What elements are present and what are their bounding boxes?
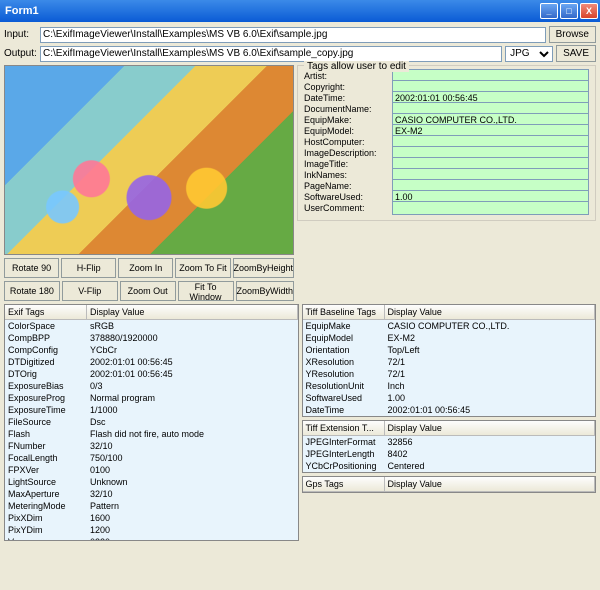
maximize-button[interactable]: □ bbox=[560, 3, 578, 19]
titlebar: Form1 _ □ X bbox=[0, 0, 600, 22]
list-item[interactable]: LightSourceUnknown bbox=[5, 476, 298, 488]
tag-label: DocumentName: bbox=[304, 104, 392, 114]
h-flip-button[interactable]: H-Flip bbox=[61, 258, 116, 278]
list-item[interactable]: YResolution72/1 bbox=[303, 368, 596, 380]
zoom-out-button[interactable]: Zoom Out bbox=[120, 281, 176, 301]
browse-button[interactable]: Browse bbox=[549, 26, 596, 43]
list-item[interactable]: CompBPP378880/1920000 bbox=[5, 332, 298, 344]
list-item[interactable]: FocalLength750/100 bbox=[5, 452, 298, 464]
zoom-to-fit-button[interactable]: Zoom To Fit bbox=[175, 258, 230, 278]
tag-label: Copyright: bbox=[304, 82, 392, 92]
list-item[interactable]: EquipMakeCASIO COMPUTER CO.,LTD. bbox=[303, 320, 596, 332]
input-path-field[interactable] bbox=[40, 27, 546, 43]
list-item[interactable]: FNumber32/10 bbox=[5, 440, 298, 452]
tag-label: InkNames: bbox=[304, 170, 392, 180]
rotate-180-button[interactable]: Rotate 180 bbox=[4, 281, 60, 301]
col-header[interactable]: Display Value bbox=[385, 477, 596, 491]
list-item[interactable]: SoftwareUsed1.00 bbox=[303, 392, 596, 404]
tag-label: EquipModel: bbox=[304, 126, 392, 136]
image-preview bbox=[4, 65, 294, 255]
list-item[interactable]: CompConfigYCbCr bbox=[5, 344, 298, 356]
tag-field[interactable] bbox=[392, 201, 589, 215]
list-item[interactable]: JPEGInterLength8402 bbox=[303, 448, 596, 460]
col-header[interactable]: Tiff Extension T... bbox=[303, 421, 385, 435]
list-item[interactable]: ExposureTime1/1000 bbox=[5, 404, 298, 416]
minimize-button[interactable]: _ bbox=[540, 3, 558, 19]
close-button[interactable]: X bbox=[580, 3, 598, 19]
editable-tags-group: Tags allow user to edit Artist:Copyright… bbox=[297, 65, 596, 221]
col-header[interactable]: Exif Tags bbox=[5, 305, 87, 319]
fit-to-window-button[interactable]: Fit To Window bbox=[178, 281, 234, 301]
zoom-in-button[interactable]: Zoom In bbox=[118, 258, 173, 278]
col-header[interactable]: Display Value bbox=[385, 305, 596, 319]
format-select[interactable]: JPG bbox=[505, 46, 553, 62]
input-label: Input: bbox=[4, 29, 40, 40]
tag-label: ImageDescription: bbox=[304, 148, 392, 158]
list-item[interactable]: FlashFlash did not fire, auto mode bbox=[5, 428, 298, 440]
client-area: Input: Browse Output: JPG SAVE Rotate 90… bbox=[0, 22, 600, 545]
list-item[interactable]: ExposureProgNormal program bbox=[5, 392, 298, 404]
tag-label: EquipMake: bbox=[304, 115, 392, 125]
tag-label: ImageTitle: bbox=[304, 159, 392, 169]
list-item[interactable]: MaxAperture32/10 bbox=[5, 488, 298, 500]
col-header[interactable]: Gps Tags bbox=[303, 477, 385, 491]
col-header[interactable]: Display Value bbox=[87, 305, 298, 319]
gps-tags-list[interactable]: Gps TagsDisplay Value bbox=[302, 476, 597, 493]
zoombyheight-button[interactable]: ZoomByHeight bbox=[233, 258, 295, 278]
v-flip-button[interactable]: V-Flip bbox=[62, 281, 118, 301]
list-item[interactable]: DateTime2002:01:01 00:56:45 bbox=[303, 404, 596, 416]
window-title: Form1 bbox=[5, 5, 538, 17]
list-item[interactable]: ExposureBias0/3 bbox=[5, 380, 298, 392]
list-item[interactable]: EquipModelEX-M2 bbox=[303, 332, 596, 344]
list-item[interactable]: DTOrig2002:01:01 00:56:45 bbox=[5, 368, 298, 380]
list-item[interactable]: OrientationTop/Left bbox=[303, 344, 596, 356]
list-item[interactable]: PixYDim1200 bbox=[5, 524, 298, 536]
tag-label: PageName: bbox=[304, 181, 392, 191]
list-item[interactable]: ColorSpacesRGB bbox=[5, 320, 298, 332]
col-header[interactable]: Tiff Baseline Tags bbox=[303, 305, 385, 319]
list-item[interactable]: YCbCrPositioningCentered bbox=[303, 460, 596, 472]
tag-label: DateTime: bbox=[304, 93, 392, 103]
list-item[interactable]: XResolution72/1 bbox=[303, 356, 596, 368]
list-item[interactable]: PixXDim1600 bbox=[5, 512, 298, 524]
tiff-extension-list[interactable]: Tiff Extension T...Display Value JPEGInt… bbox=[302, 420, 597, 473]
tags-legend: Tags allow user to edit bbox=[304, 61, 409, 72]
tag-label: HostComputer: bbox=[304, 137, 392, 147]
list-item[interactable]: Ver0220 bbox=[5, 536, 298, 540]
list-item[interactable]: FileSourceDsc bbox=[5, 416, 298, 428]
list-item[interactable]: FPXVer0100 bbox=[5, 464, 298, 476]
output-label: Output: bbox=[4, 48, 40, 59]
list-item[interactable]: JPEGInterFormat32856 bbox=[303, 436, 596, 448]
tiff-baseline-list[interactable]: Tiff Baseline TagsDisplay Value EquipMak… bbox=[302, 304, 597, 417]
tag-label: UserComment: bbox=[304, 203, 392, 213]
tag-label: Artist: bbox=[304, 71, 392, 81]
save-button[interactable]: SAVE bbox=[556, 45, 596, 62]
list-item[interactable]: DTDigitized2002:01:01 00:56:45 bbox=[5, 356, 298, 368]
list-item[interactable]: ResolutionUnitInch bbox=[303, 380, 596, 392]
rotate-90-button[interactable]: Rotate 90 bbox=[4, 258, 59, 278]
col-header[interactable]: Display Value bbox=[385, 421, 596, 435]
tag-label: SoftwareUsed: bbox=[304, 192, 392, 202]
output-path-field[interactable] bbox=[40, 46, 502, 62]
exif-tags-list[interactable]: Exif TagsDisplay Value ColorSpacesRGBCom… bbox=[4, 304, 299, 541]
list-item[interactable]: MeteringModePattern bbox=[5, 500, 298, 512]
zoombywidth-button[interactable]: ZoomByWidth bbox=[236, 281, 295, 301]
